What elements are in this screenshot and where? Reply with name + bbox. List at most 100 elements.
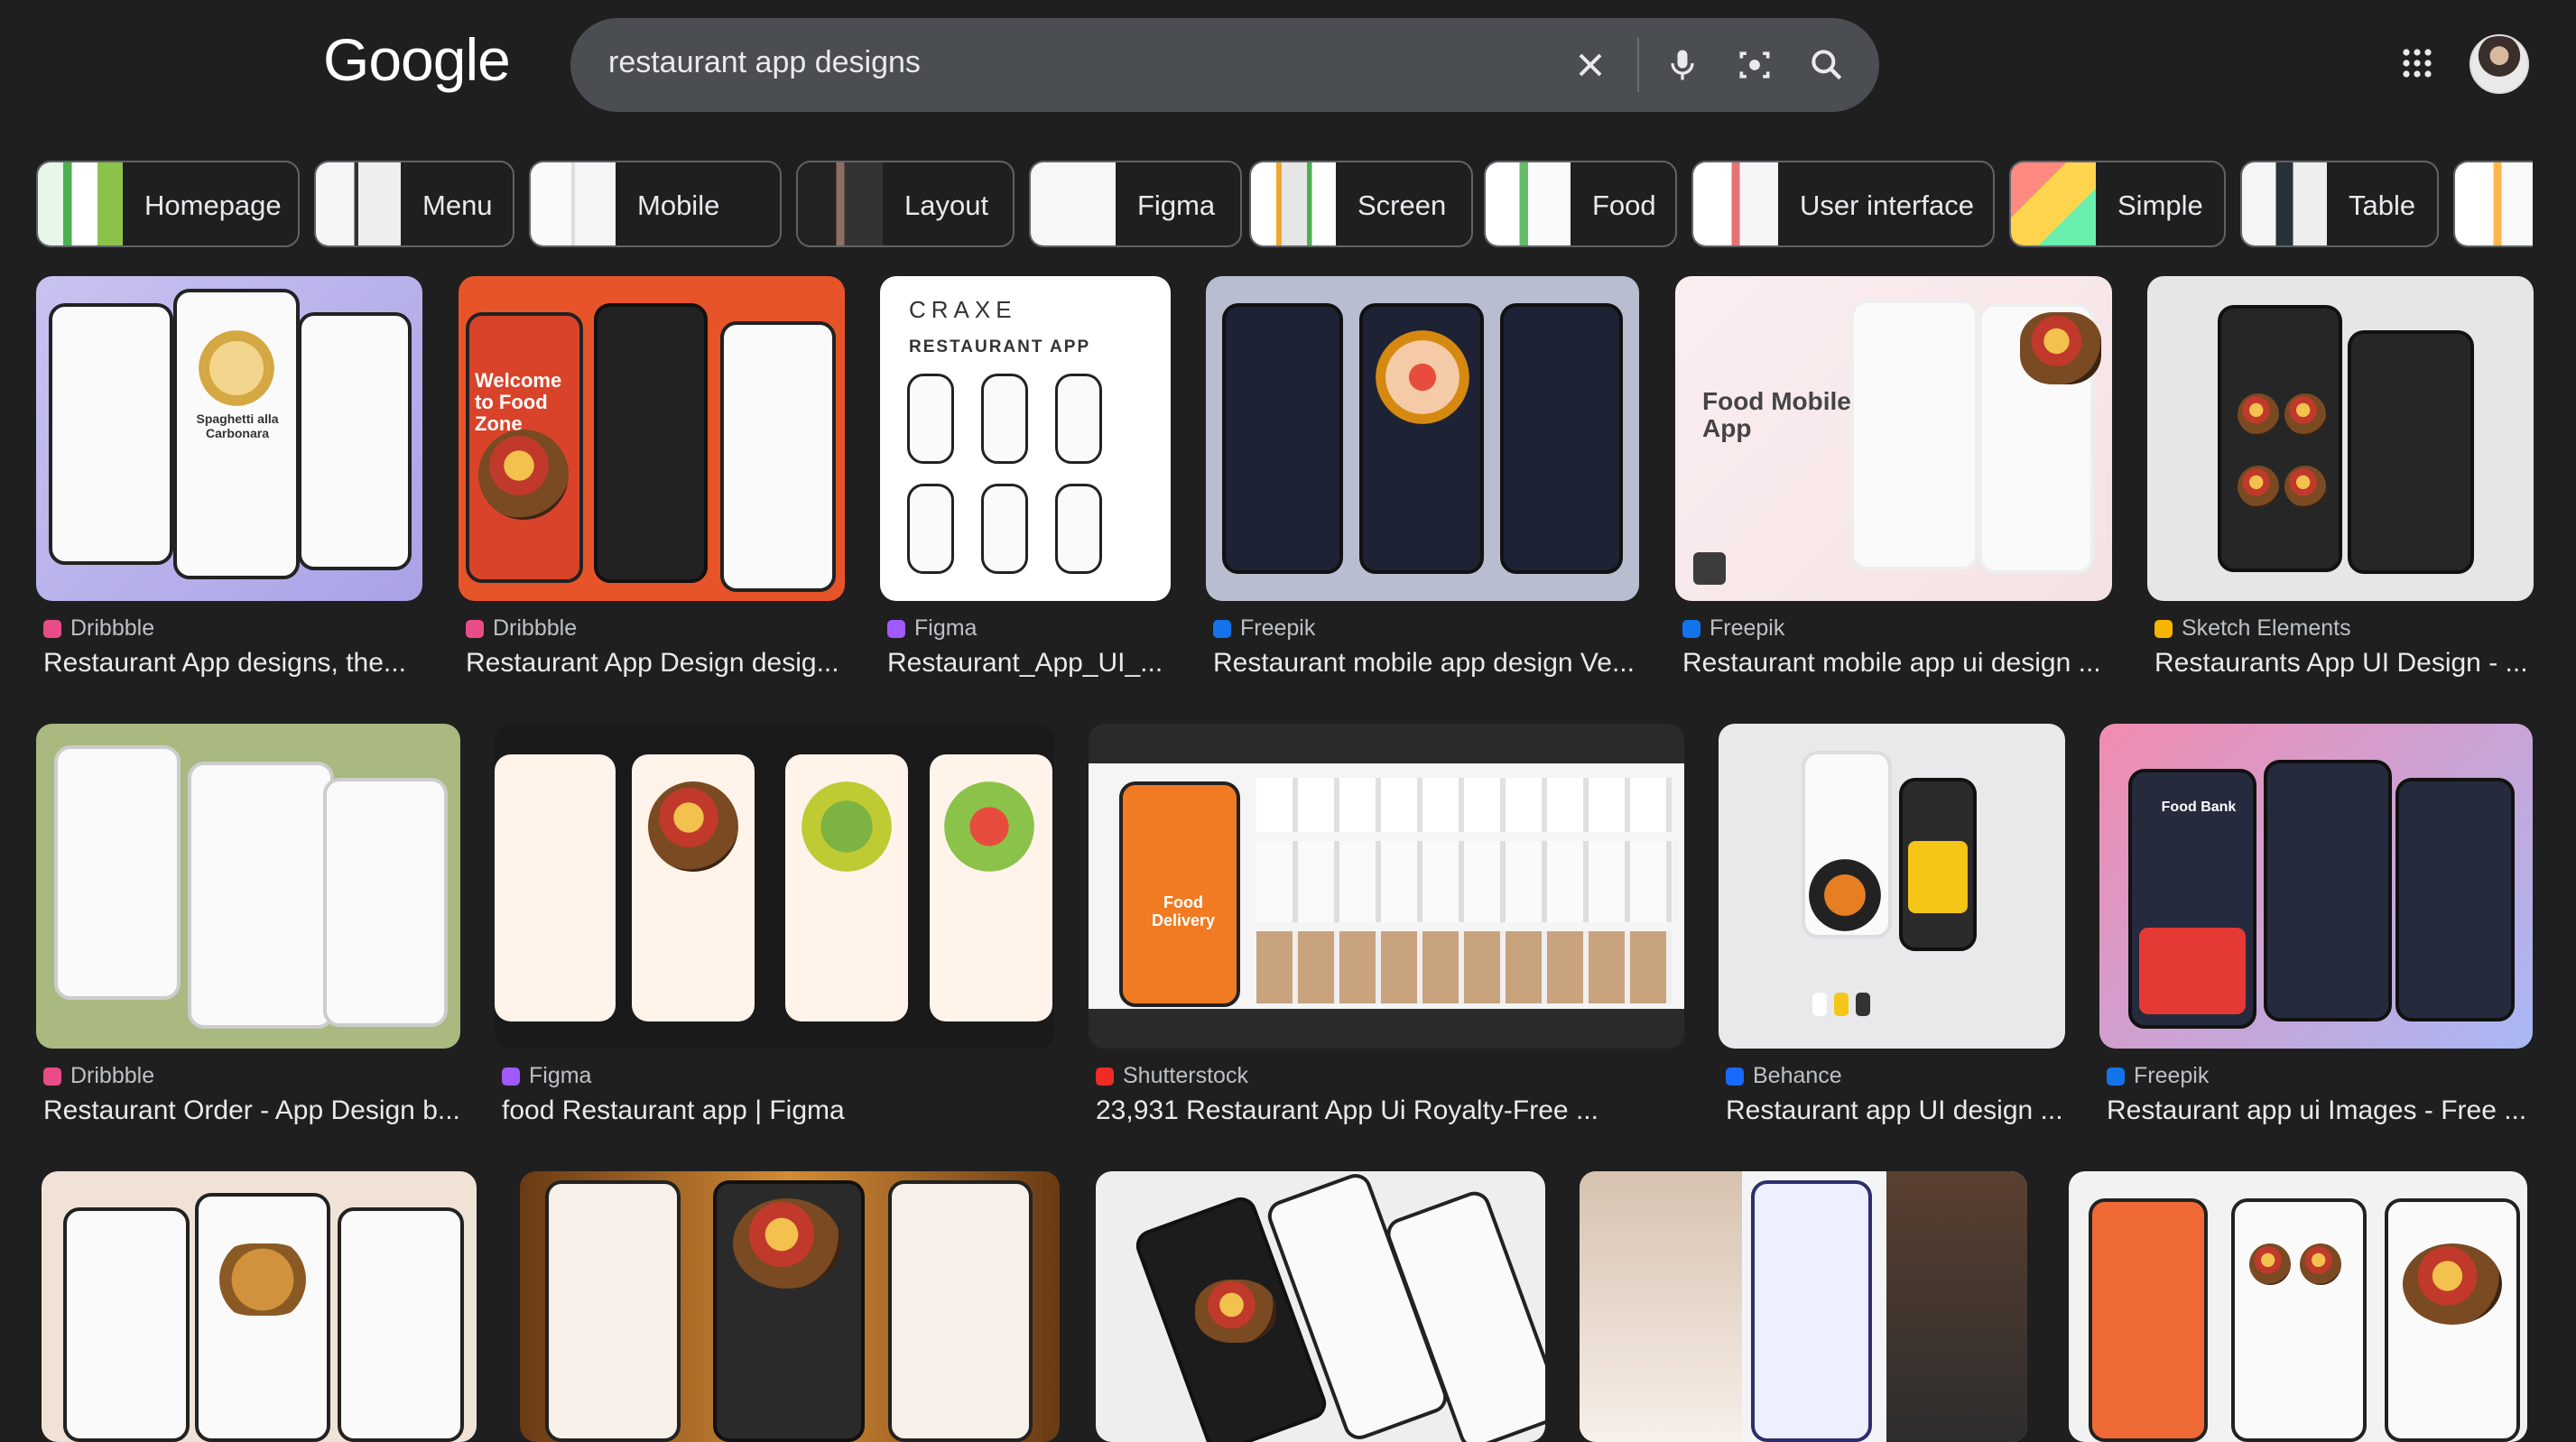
result-card[interactable]: Food Mobile App Freepik Restaurant mobil… xyxy=(1675,276,2112,682)
chip-thumbnail xyxy=(1031,162,1116,245)
result-source[interactable]: Sketch Elements xyxy=(2154,615,2351,642)
search-icon[interactable] xyxy=(1807,45,1847,85)
result-card[interactable]: Welcome to Food Zone Dribbble Restaurant… xyxy=(459,276,845,682)
result-image[interactable]: Food Delivery xyxy=(1089,724,1684,1049)
result-title[interactable]: Restaurant mobile app design Ve... xyxy=(1213,648,1641,679)
result-card[interactable] xyxy=(1096,1171,1545,1442)
result-title[interactable]: Restaurant mobile app ui design ... xyxy=(1682,648,2114,679)
clear-icon[interactable] xyxy=(1571,45,1610,85)
result-card[interactable] xyxy=(1580,1171,2027,1442)
result-card[interactable]: Figma food Restaurant app | Figma xyxy=(495,724,1054,1130)
result-card[interactable] xyxy=(42,1171,477,1442)
result-source[interactable]: Figma xyxy=(887,615,977,642)
result-title[interactable]: Restaurant Order - App Design b... xyxy=(43,1095,462,1126)
result-title[interactable]: Restaurant_App_UI_... xyxy=(887,648,1172,679)
search-input[interactable]: restaurant app designs xyxy=(608,45,921,80)
result-card[interactable]: Spaghetti alla Carbonara Dribbble Restau… xyxy=(36,276,422,682)
microphone-icon[interactable] xyxy=(1663,45,1702,85)
chip-menu[interactable]: Menu xyxy=(314,161,514,247)
result-source[interactable]: Dribbble xyxy=(43,1063,154,1089)
result-title[interactable]: Restaurant app UI design ... xyxy=(1726,1095,2067,1126)
chip-thumbnail xyxy=(1693,162,1778,245)
result-card[interactable]: Food Delivery Shutterstock 23,931 Restau… xyxy=(1089,724,1684,1130)
dribbble-favicon-icon xyxy=(43,620,61,638)
result-source[interactable]: Shutterstock xyxy=(1096,1063,1248,1089)
result-source[interactable]: Figma xyxy=(502,1063,591,1089)
chip-thumbnail xyxy=(38,162,123,245)
chip-thumbnail xyxy=(2455,162,2533,245)
search-bar[interactable]: restaurant app designs xyxy=(570,18,1879,112)
result-title[interactable]: Restaurant App Design desig... xyxy=(466,648,845,679)
result-image[interactable] xyxy=(2069,1171,2527,1442)
chip-thumbnail xyxy=(1486,162,1571,245)
result-card[interactable]: Behance Restaurant app UI design ... xyxy=(1719,724,2065,1130)
chip-label: Layout xyxy=(904,189,989,221)
result-source[interactable]: Behance xyxy=(1726,1063,1842,1089)
result-title[interactable]: Restaurant App designs, the... xyxy=(43,648,422,679)
shutterstock-favicon-icon xyxy=(1096,1068,1114,1086)
result-card[interactable] xyxy=(520,1171,1060,1442)
result-source[interactable]: Freepik xyxy=(2107,1063,2209,1089)
result-card[interactable]: Dribbble Restaurant Order - App Design b… xyxy=(36,724,460,1130)
chip-thumbnail xyxy=(2242,162,2327,245)
chip-label: Homepage xyxy=(144,189,282,221)
result-image[interactable] xyxy=(42,1171,477,1442)
result-image[interactable] xyxy=(520,1171,1060,1442)
chip-thumbnail xyxy=(531,162,616,245)
result-image[interactable] xyxy=(1096,1171,1545,1442)
chip-simple[interactable]: Simple xyxy=(2009,161,2226,247)
result-title[interactable]: 23,931 Restaurant App Ui Royalty-Free ..… xyxy=(1096,1095,1686,1126)
result-image[interactable] xyxy=(1580,1171,2027,1442)
image-badge-icon xyxy=(1693,552,1726,585)
behance-favicon-icon xyxy=(1726,1068,1744,1086)
camera-lens-icon[interactable] xyxy=(1735,45,1774,85)
chip-screen[interactable]: Screen xyxy=(1249,161,1473,247)
chip-more[interactable] xyxy=(2453,161,2533,247)
chip-layout[interactable]: Layout xyxy=(796,161,1015,247)
freepik-favicon-icon xyxy=(1213,620,1231,638)
chip-table[interactable]: Table xyxy=(2240,161,2439,247)
chip-mobile[interactable]: Mobile xyxy=(529,161,782,247)
filter-chips-row: Homepage Menu Mobile Layout Figma Screen… xyxy=(36,161,2533,247)
google-logo[interactable]: Google xyxy=(323,25,511,94)
chip-thumbnail xyxy=(798,162,883,245)
result-source[interactable]: Freepik xyxy=(1682,615,1784,642)
result-card[interactable] xyxy=(2069,1171,2527,1442)
result-card[interactable]: CRAXE RESTAURANT APP Figma Restaurant_Ap… xyxy=(880,276,1171,682)
result-image[interactable]: Spaghetti alla Carbonara xyxy=(36,276,422,601)
result-image[interactable] xyxy=(495,724,1054,1049)
result-image[interactable]: Food Mobile App xyxy=(1675,276,2112,601)
sketch-favicon-icon xyxy=(2154,620,2173,638)
dribbble-favicon-icon xyxy=(43,1068,61,1086)
chip-user-interface[interactable]: User interface xyxy=(1691,161,1995,247)
chip-figma[interactable]: Figma xyxy=(1029,161,1242,247)
result-source[interactable]: Freepik xyxy=(1213,615,1315,642)
result-image[interactable] xyxy=(36,724,460,1049)
result-card[interactable]: Freepik Restaurant mobile app design Ve.… xyxy=(1206,276,1639,682)
chip-label: Simple xyxy=(2117,189,2203,221)
result-image[interactable] xyxy=(1719,724,2065,1049)
result-image[interactable] xyxy=(2147,276,2534,601)
result-title[interactable]: food Restaurant app | Figma xyxy=(502,1095,1056,1126)
result-image[interactable]: Welcome to Food Zone xyxy=(459,276,845,601)
apps-grid-icon[interactable] xyxy=(2401,47,2433,79)
result-image[interactable] xyxy=(1206,276,1639,601)
chip-label: User interface xyxy=(1800,189,1974,221)
chip-food[interactable]: Food xyxy=(1484,161,1677,247)
result-image[interactable]: Food Bank xyxy=(2099,724,2533,1049)
result-title[interactable]: Restaurants App UI Design - ... xyxy=(2154,648,2535,679)
chip-label: Mobile xyxy=(637,189,720,221)
result-card[interactable]: Sketch Elements Restaurants App UI Desig… xyxy=(2147,276,2534,682)
result-source[interactable]: Dribbble xyxy=(466,615,577,642)
account-avatar[interactable] xyxy=(2469,34,2529,94)
result-image[interactable]: CRAXE RESTAURANT APP xyxy=(880,276,1171,601)
result-source[interactable]: Dribbble xyxy=(43,615,154,642)
chip-homepage[interactable]: Homepage xyxy=(36,161,300,247)
dribbble-favicon-icon xyxy=(466,620,484,638)
chip-label: Screen xyxy=(1357,189,1447,221)
result-title[interactable]: Restaurant app ui Images - Free ... xyxy=(2107,1095,2534,1126)
chip-label: Table xyxy=(2349,189,2416,221)
figma-favicon-icon xyxy=(502,1068,520,1086)
chip-thumbnail xyxy=(1251,162,1336,245)
result-card[interactable]: Food Bank Freepik Restaurant app ui Imag… xyxy=(2099,724,2533,1130)
